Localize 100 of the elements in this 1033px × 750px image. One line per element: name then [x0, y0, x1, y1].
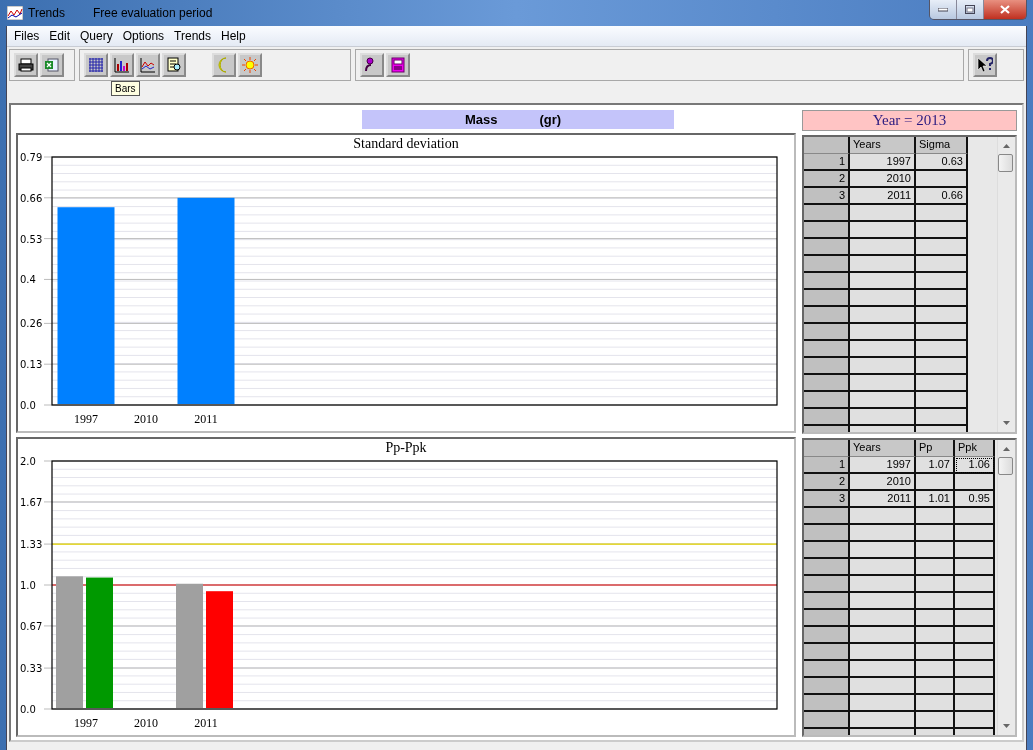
table-cell[interactable]: 1.06 [955, 457, 995, 474]
table-cell[interactable] [850, 290, 916, 307]
table-cell[interactable] [916, 205, 968, 222]
row-header[interactable] [804, 542, 850, 559]
row-header[interactable] [804, 205, 850, 222]
scroll-thumb[interactable] [998, 457, 1013, 475]
row-header[interactable] [804, 392, 850, 409]
table-cell[interactable]: 2010 [850, 474, 916, 491]
table-cell[interactable] [916, 307, 968, 324]
table-cell[interactable] [955, 695, 995, 712]
table-cell[interactable] [850, 610, 916, 627]
table-cell[interactable] [955, 610, 995, 627]
row-header[interactable]: 1 [804, 457, 850, 474]
row-header[interactable] [804, 222, 850, 239]
table-cell[interactable] [955, 474, 995, 491]
row-header[interactable] [804, 712, 850, 729]
moon-button[interactable] [212, 53, 236, 77]
table-cell[interactable] [955, 678, 995, 695]
row-header[interactable] [804, 273, 850, 290]
table-cell[interactable] [916, 559, 955, 576]
table-cell[interactable] [850, 661, 916, 678]
table-cell[interactable] [916, 627, 955, 644]
scroll-thumb[interactable] [998, 154, 1013, 172]
scrollbar[interactable] [997, 440, 1015, 735]
row-header[interactable] [804, 644, 850, 661]
table-cell[interactable] [955, 593, 995, 610]
printer-button[interactable] [14, 53, 38, 77]
table-cell[interactable] [916, 695, 955, 712]
row-header[interactable] [804, 576, 850, 593]
table-cell[interactable] [916, 341, 968, 358]
menu-item[interactable]: Files [9, 27, 45, 45]
close-button[interactable] [984, 0, 1026, 19]
table-cell[interactable] [916, 324, 968, 341]
row-header[interactable] [804, 375, 850, 392]
table-cell[interactable]: 1.01 [916, 491, 955, 508]
scroll-up-icon[interactable] [1003, 447, 1010, 451]
row-header[interactable] [804, 290, 850, 307]
line-chart-button[interactable] [136, 53, 160, 77]
table-cell[interactable] [955, 508, 995, 525]
table-cell[interactable] [916, 375, 968, 392]
table-cell[interactable] [850, 644, 916, 661]
row-header[interactable] [804, 661, 850, 678]
table-cell[interactable] [916, 474, 955, 491]
table-cell[interactable] [850, 256, 916, 273]
table-cell[interactable] [850, 695, 916, 712]
table-cell[interactable] [850, 273, 916, 290]
table-cell[interactable] [916, 273, 968, 290]
scroll-up-icon[interactable] [1003, 144, 1010, 148]
table-cell[interactable] [850, 712, 916, 729]
row-header[interactable]: 1 [804, 154, 850, 171]
row-header[interactable] [804, 307, 850, 324]
table-cell[interactable] [850, 542, 916, 559]
table-cell[interactable] [850, 307, 916, 324]
row-header[interactable] [804, 559, 850, 576]
table-cell[interactable]: 2011 [850, 188, 916, 205]
column-header[interactable]: Pp [916, 440, 955, 457]
table-cell[interactable] [850, 324, 916, 341]
column-header[interactable]: Ppk [955, 440, 995, 457]
table-cell[interactable] [850, 409, 916, 426]
table-cell[interactable] [850, 576, 916, 593]
table-cell[interactable] [955, 559, 995, 576]
table-cell[interactable] [916, 576, 955, 593]
scrollbar[interactable] [997, 137, 1015, 432]
table-cell[interactable] [916, 644, 955, 661]
table-cell[interactable] [955, 712, 995, 729]
table-cell[interactable] [850, 222, 916, 239]
table-cell[interactable] [916, 171, 968, 188]
table-cell[interactable] [916, 712, 955, 729]
table-cell[interactable] [850, 341, 916, 358]
table-cell[interactable] [916, 256, 968, 273]
table-cell[interactable] [916, 358, 968, 375]
maximize-button[interactable] [957, 0, 984, 19]
scroll-down-icon[interactable] [1003, 421, 1010, 425]
row-header[interactable] [804, 695, 850, 712]
bar-chart-button[interactable] [110, 53, 134, 77]
menu-item[interactable]: Options [117, 27, 170, 45]
row-header[interactable] [804, 239, 850, 256]
table-cell[interactable] [955, 627, 995, 644]
menu-item[interactable]: Trends [169, 27, 216, 45]
table-cell[interactable] [850, 239, 916, 256]
row-header[interactable]: 2 [804, 474, 850, 491]
table-cell[interactable] [916, 222, 968, 239]
table-cell[interactable] [916, 409, 968, 426]
table-cell[interactable] [916, 661, 955, 678]
table-cell[interactable] [916, 542, 955, 559]
table-cell[interactable] [850, 508, 916, 525]
row-header[interactable] [804, 409, 850, 426]
document-magnifier-button[interactable] [162, 53, 186, 77]
table-cell[interactable] [916, 239, 968, 256]
table-cell[interactable] [850, 358, 916, 375]
table-cell[interactable] [850, 525, 916, 542]
table-cell[interactable] [916, 290, 968, 307]
table-cell[interactable]: 1997 [850, 154, 916, 171]
table-cell[interactable] [850, 678, 916, 695]
people-button[interactable] [360, 53, 384, 77]
row-header[interactable] [804, 678, 850, 695]
table-cell[interactable] [916, 610, 955, 627]
table-cell[interactable]: 1.07 [916, 457, 955, 474]
spreadsheet-button[interactable] [40, 53, 64, 77]
table-cell[interactable] [850, 392, 916, 409]
